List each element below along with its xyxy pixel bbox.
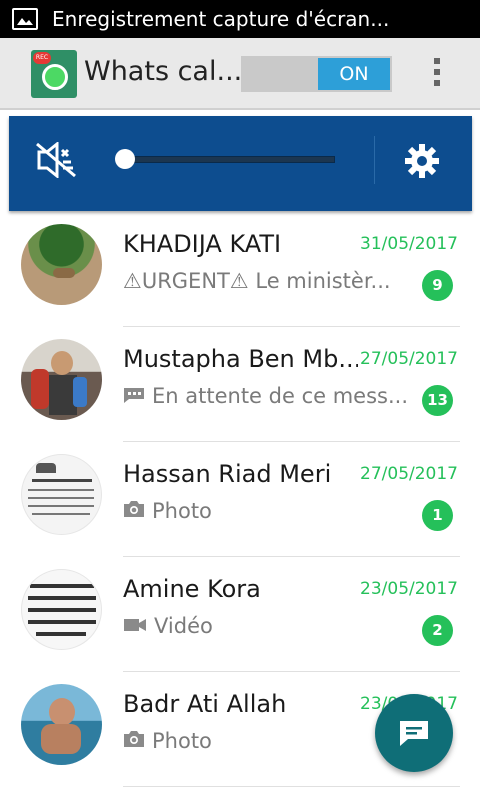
- screenshot-image-icon: [12, 8, 38, 30]
- chat-date: 31/05/2017: [360, 234, 458, 254]
- action-bar: REC Whats cal... ON: [0, 38, 480, 110]
- app-title: Whats cal...: [84, 56, 243, 87]
- notification-text: Enregistrement capture d'écran...: [52, 7, 390, 31]
- message-preview-text: Vidéo: [154, 614, 213, 638]
- chat-row[interactable]: Mustapha Ben Mb... 27/05/2017 En attente…: [0, 327, 480, 442]
- overflow-menu-icon[interactable]: [432, 58, 442, 94]
- contact-name: Hassan Riad Meri: [123, 460, 332, 488]
- toggle-on-label: ON: [318, 58, 390, 90]
- chat-row[interactable]: Amine Kora 23/05/2017 Vidéo 2: [0, 557, 480, 672]
- avatar[interactable]: [21, 339, 102, 420]
- new-message-icon: [400, 721, 428, 746]
- status-bar: Enregistrement capture d'écran...: [0, 0, 480, 38]
- unread-badge: 9: [422, 270, 453, 301]
- contact-name: Badr Ati Allah: [123, 690, 287, 718]
- message-pending-icon: [123, 384, 145, 408]
- message-preview: ⚠URGENT⚠ Le ministèr...: [123, 269, 408, 293]
- row-divider: [123, 786, 460, 787]
- unread-badge: 1: [422, 500, 453, 531]
- chat-row[interactable]: KHADIJA KATI 31/05/2017 ⚠URGENT⚠ Le mini…: [0, 212, 480, 327]
- message-preview-text: ⚠URGENT⚠ Le ministèr...: [123, 269, 391, 293]
- message-preview-text: Photo: [152, 499, 212, 523]
- unread-badge: 2: [422, 615, 453, 646]
- message-preview-text: Photo: [152, 729, 212, 753]
- audio-player-panel: [9, 116, 472, 211]
- message-preview: Photo: [123, 499, 408, 523]
- avatar[interactable]: [21, 684, 102, 765]
- unread-badge: 13: [422, 385, 453, 416]
- chat-date: 23/05/2017: [360, 579, 458, 599]
- player-divider: [374, 136, 375, 184]
- camera-icon: [123, 729, 145, 753]
- message-preview: Photo: [123, 729, 408, 753]
- gear-icon[interactable]: [404, 143, 440, 183]
- contact-name: Mustapha Ben Mb...: [123, 345, 358, 373]
- contact-name: KHADIJA KATI: [123, 230, 282, 258]
- recording-toggle[interactable]: ON: [241, 56, 392, 92]
- message-preview: Vidéo: [123, 614, 408, 638]
- avatar[interactable]: [21, 454, 102, 535]
- chat-row[interactable]: Hassan Riad Meri 27/05/2017 Photo 1: [0, 442, 480, 557]
- camera-icon: [123, 499, 145, 523]
- volume-slider-track[interactable]: [125, 156, 335, 163]
- contact-name: Amine Kora: [123, 575, 261, 603]
- video-icon: [123, 614, 147, 638]
- volume-mute-icon[interactable]: [35, 140, 79, 182]
- new-chat-button[interactable]: [375, 694, 453, 772]
- app-logo-icon: REC: [31, 50, 77, 98]
- message-preview-text: En attente de ce mess...: [152, 384, 408, 408]
- avatar[interactable]: [21, 224, 102, 305]
- chat-date: 27/05/2017: [360, 349, 458, 369]
- message-preview: En attente de ce mess...: [123, 384, 408, 408]
- avatar[interactable]: [21, 569, 102, 650]
- rec-badge: REC: [33, 52, 51, 64]
- chat-date: 27/05/2017: [360, 464, 458, 484]
- volume-slider-knob[interactable]: [115, 149, 135, 169]
